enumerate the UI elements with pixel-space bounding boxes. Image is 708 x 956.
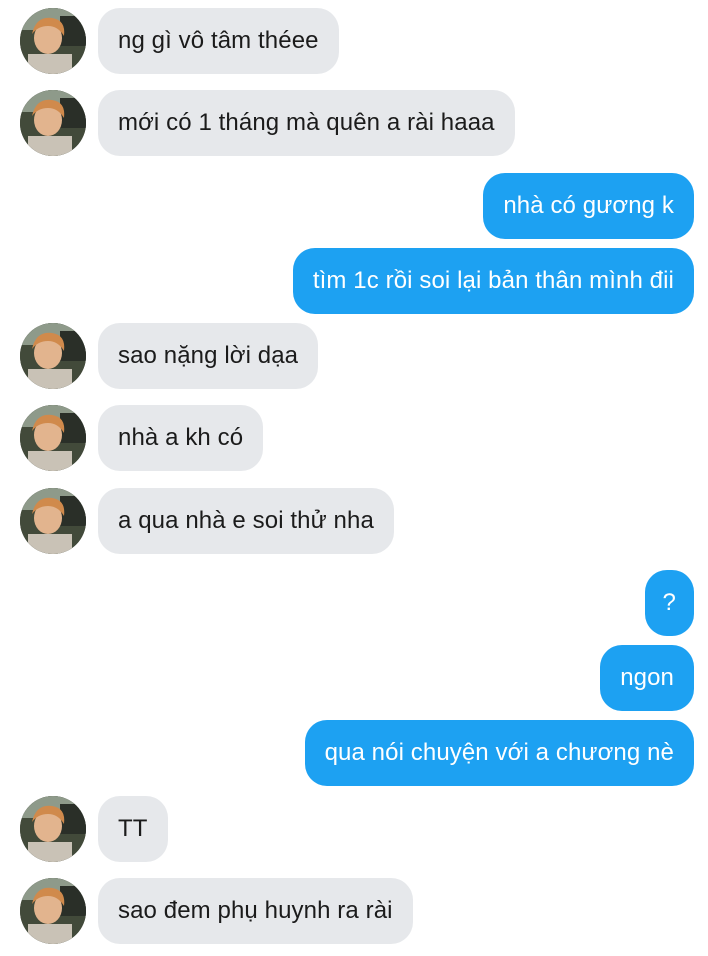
profile-photo-icon (20, 878, 86, 944)
profile-photo-icon (20, 405, 86, 471)
avatar[interactable] (20, 488, 86, 554)
incoming-message-bubble[interactable]: nhà a kh có (98, 405, 264, 471)
profile-photo-icon (20, 488, 86, 554)
profile-photo-icon (20, 796, 86, 862)
outgoing-message-bubble[interactable]: ? (644, 570, 694, 636)
incoming-message-bubble[interactable]: TT (98, 796, 168, 862)
avatar[interactable] (20, 323, 86, 389)
profile-photo-icon (20, 90, 86, 156)
profile-photo-icon (20, 8, 86, 74)
outgoing-message-bubble[interactable]: qua nói chuyện với a chương nè (304, 720, 694, 786)
avatar[interactable] (20, 90, 86, 156)
message-thread: ng gì vô tâm théee mới có 1 tháng mà quê… (0, 0, 708, 956)
incoming-message-bubble[interactable]: mới có 1 tháng mà quên a rài haaa (98, 90, 515, 156)
avatar[interactable] (20, 796, 86, 862)
avatar[interactable] (20, 8, 86, 74)
incoming-message-bubble[interactable]: ng gì vô tâm théee (98, 8, 339, 74)
avatar[interactable] (20, 878, 86, 944)
profile-photo-icon (20, 323, 86, 389)
outgoing-message-bubble[interactable]: tìm 1c rồi soi lại bản thân mình đii (292, 248, 694, 314)
outgoing-message-bubble[interactable]: nhà có gương k (483, 173, 694, 239)
avatar[interactable] (20, 405, 86, 471)
outgoing-message-bubble[interactable]: ngon (600, 645, 694, 711)
incoming-message-bubble[interactable]: sao nặng lời dạa (98, 323, 319, 389)
incoming-message-bubble[interactable]: a qua nhà e soi thử nha (98, 488, 394, 554)
incoming-message-bubble[interactable]: sao đem phụ huynh ra rài (98, 878, 413, 944)
